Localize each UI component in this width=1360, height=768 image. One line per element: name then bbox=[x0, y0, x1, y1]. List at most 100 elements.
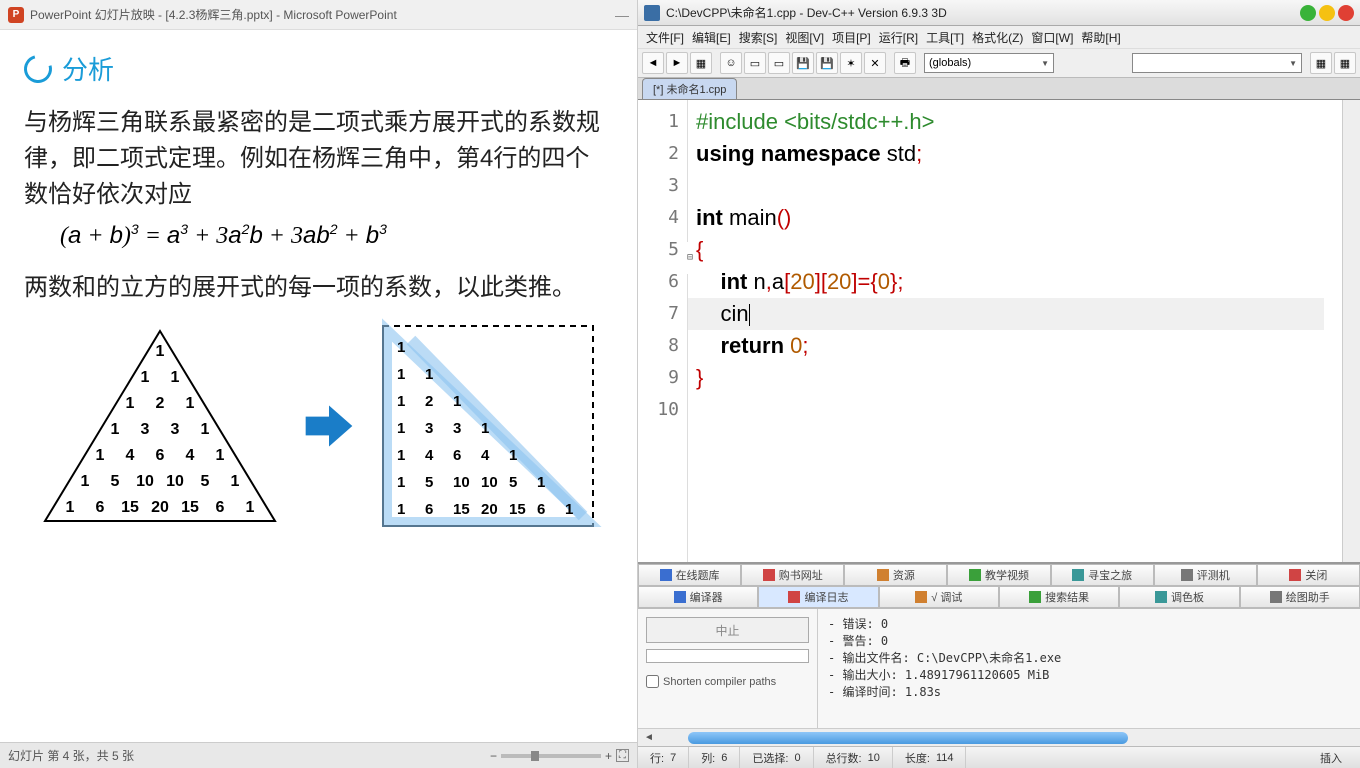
tb-btn-end2[interactable]: ▦ bbox=[1334, 52, 1356, 74]
symbol-combo[interactable]: ▼ bbox=[1132, 53, 1302, 73]
stop-button[interactable]: 中止 bbox=[646, 617, 809, 643]
panel-tab[interactable]: 关闭 bbox=[1257, 564, 1360, 586]
panel-tab[interactable]: 编译器 bbox=[638, 586, 758, 608]
svg-text:1: 1 bbox=[80, 473, 89, 490]
powerpoint-statusbar: 幻灯片 第 4 张，共 5 张 − + ⛶ bbox=[0, 742, 637, 768]
vertical-scrollbar[interactable] bbox=[1342, 100, 1360, 562]
svg-text:4: 4 bbox=[425, 447, 434, 464]
panel-tab[interactable]: 购书网址 bbox=[741, 564, 844, 586]
svg-text:1: 1 bbox=[397, 474, 405, 491]
svg-text:15: 15 bbox=[181, 499, 199, 516]
svg-text:1: 1 bbox=[125, 395, 134, 412]
code-area[interactable]: #include <bits/stdc++.h>using namespace … bbox=[688, 100, 1342, 562]
tb-btn-3[interactable]: ▦ bbox=[690, 52, 712, 74]
svg-text:1: 1 bbox=[537, 474, 545, 491]
menu-item[interactable]: 格式化(Z) bbox=[970, 27, 1025, 48]
scope-combo[interactable]: (globals)▼ bbox=[924, 53, 1054, 73]
shorten-paths-input[interactable] bbox=[646, 675, 659, 688]
refresh-icon bbox=[19, 49, 57, 87]
zoom-out-icon[interactable]: − bbox=[490, 749, 497, 763]
tb-btn-4[interactable]: ☺ bbox=[720, 52, 742, 74]
svg-text:1: 1 bbox=[215, 447, 224, 464]
window-maximize-icon[interactable] bbox=[1319, 5, 1335, 21]
slide-content: 分析 与杨辉三角联系最紧密的是二项式乘方展开式的系数规律，即二项式定理。例如在杨… bbox=[0, 30, 637, 742]
menu-item[interactable]: 文件[F] bbox=[644, 27, 686, 48]
svg-text:1: 1 bbox=[397, 420, 405, 437]
menu-item[interactable]: 视图[V] bbox=[783, 27, 826, 48]
svg-text:1: 1 bbox=[565, 501, 573, 518]
svg-text:6: 6 bbox=[215, 499, 224, 516]
menu-item[interactable]: 工具[T] bbox=[924, 27, 966, 48]
devcpp-statusbar: 行:7 列:6 已选择:0 总行数:10 长度:114 插入 bbox=[638, 746, 1360, 768]
menu-item[interactable]: 编辑[E] bbox=[690, 27, 733, 48]
forward-button[interactable]: ► bbox=[666, 52, 688, 74]
svg-text:3: 3 bbox=[170, 421, 179, 438]
panel-tab[interactable]: 评测机 bbox=[1154, 564, 1257, 586]
svg-text:5: 5 bbox=[425, 474, 433, 491]
window-minimize-icon[interactable] bbox=[1300, 5, 1316, 21]
save-button[interactable]: 💾 bbox=[792, 52, 814, 74]
new-button[interactable]: ▭ bbox=[744, 52, 766, 74]
panel-tab[interactable]: 编译日志 bbox=[758, 586, 878, 608]
panel-tab[interactable]: 资源 bbox=[844, 564, 947, 586]
panel-tab[interactable]: √ 调试 bbox=[879, 586, 999, 608]
panel-tab-row-1: 在线题库购书网址资源教学视频寻宝之旅评测机关闭 bbox=[638, 564, 1360, 586]
arrow-right-icon bbox=[301, 398, 357, 454]
svg-text:6: 6 bbox=[537, 501, 545, 518]
svg-text:3: 3 bbox=[425, 420, 433, 437]
analysis-heading: 分析 bbox=[24, 50, 613, 87]
panel-tab[interactable]: 调色板 bbox=[1119, 586, 1239, 608]
svg-text:1: 1 bbox=[155, 343, 164, 360]
slide-counter: 幻灯片 第 4 张，共 5 张 bbox=[8, 747, 134, 764]
save-all-button[interactable]: 💾 bbox=[816, 52, 838, 74]
toolbar: ◄ ► ▦ ☺ ▭ ▭ 💾 💾 ✶ ✕ 🖶 (globals)▼ ▼ ▦ ▦ bbox=[638, 48, 1360, 78]
zoom-in-icon[interactable]: + bbox=[605, 749, 612, 763]
panel-tab[interactable]: 绘图助手 bbox=[1240, 586, 1360, 608]
shorten-paths-checkbox[interactable]: Shorten compiler paths bbox=[646, 675, 809, 688]
svg-text:15: 15 bbox=[509, 501, 526, 518]
svg-text:4: 4 bbox=[481, 447, 490, 464]
analysis-label: 分析 bbox=[62, 50, 114, 87]
svg-text:10: 10 bbox=[453, 474, 470, 491]
menu-item[interactable]: 窗口[W] bbox=[1029, 27, 1075, 48]
svg-text:1: 1 bbox=[397, 393, 405, 410]
svg-text:5: 5 bbox=[509, 474, 517, 491]
fit-icon[interactable]: ⛶ bbox=[616, 749, 629, 762]
tb-btn-end1[interactable]: ▦ bbox=[1310, 52, 1332, 74]
svg-text:4: 4 bbox=[185, 447, 194, 464]
binomial-formula: (a + b)3 = a3 + 3a2b + 3ab2 + b3 bbox=[24, 221, 613, 250]
svg-text:1: 1 bbox=[397, 501, 405, 518]
svg-text:1: 1 bbox=[481, 420, 489, 437]
panel-tab[interactable]: 在线题库 bbox=[638, 564, 741, 586]
pascal-triangle-left: 111121133114641151010511615201561 bbox=[35, 316, 285, 536]
svg-text:6: 6 bbox=[95, 499, 104, 516]
tb-btn-9[interactable]: ✶ bbox=[840, 52, 862, 74]
panel-tab[interactable]: 搜索结果 bbox=[999, 586, 1119, 608]
zoom-slider[interactable] bbox=[501, 754, 601, 758]
panel-tab[interactable]: 教学视频 bbox=[947, 564, 1050, 586]
svg-text:5: 5 bbox=[200, 473, 209, 490]
code-editor[interactable]: 12345678910 #include <bits/stdc++.h>usin… bbox=[638, 100, 1360, 562]
menu-item[interactable]: 搜索[S] bbox=[737, 27, 780, 48]
menu-item[interactable]: 帮助[H] bbox=[1079, 27, 1122, 48]
window-close-icon[interactable] bbox=[1338, 5, 1354, 21]
horizontal-scrollbar[interactable]: ◄ bbox=[638, 728, 1360, 746]
panel-tab[interactable]: 寻宝之旅 bbox=[1051, 564, 1154, 586]
svg-text:1: 1 bbox=[509, 447, 517, 464]
open-button[interactable]: ▭ bbox=[768, 52, 790, 74]
menubar[interactable]: 文件[F]编辑[E]搜索[S]视图[V]项目[P]运行[R]工具[T]格式化(Z… bbox=[638, 26, 1360, 48]
file-tab[interactable]: [*] 未命名1.cpp bbox=[642, 78, 737, 99]
powerpoint-title-text: PowerPoint 幻灯片放映 - [4.2.3杨辉三角.pptx] - Mi… bbox=[30, 6, 397, 23]
menu-item[interactable]: 运行[R] bbox=[877, 27, 920, 48]
svg-text:1: 1 bbox=[170, 369, 179, 386]
tb-btn-10[interactable]: ✕ bbox=[864, 52, 886, 74]
powerpoint-titlebar: P PowerPoint 幻灯片放映 - [4.2.3杨辉三角.pptx] - … bbox=[0, 0, 637, 30]
zoom-control[interactable]: − + ⛶ bbox=[490, 749, 629, 763]
triangle-diagram: 111121133114641151010511615201561 111121… bbox=[24, 316, 613, 536]
minimize-icon[interactable]: — bbox=[615, 7, 629, 23]
print-button[interactable]: 🖶 bbox=[894, 52, 916, 74]
svg-text:5: 5 bbox=[110, 473, 119, 490]
back-button[interactable]: ◄ bbox=[642, 52, 664, 74]
menu-item[interactable]: 项目[P] bbox=[830, 27, 873, 48]
svg-text:15: 15 bbox=[453, 501, 470, 518]
